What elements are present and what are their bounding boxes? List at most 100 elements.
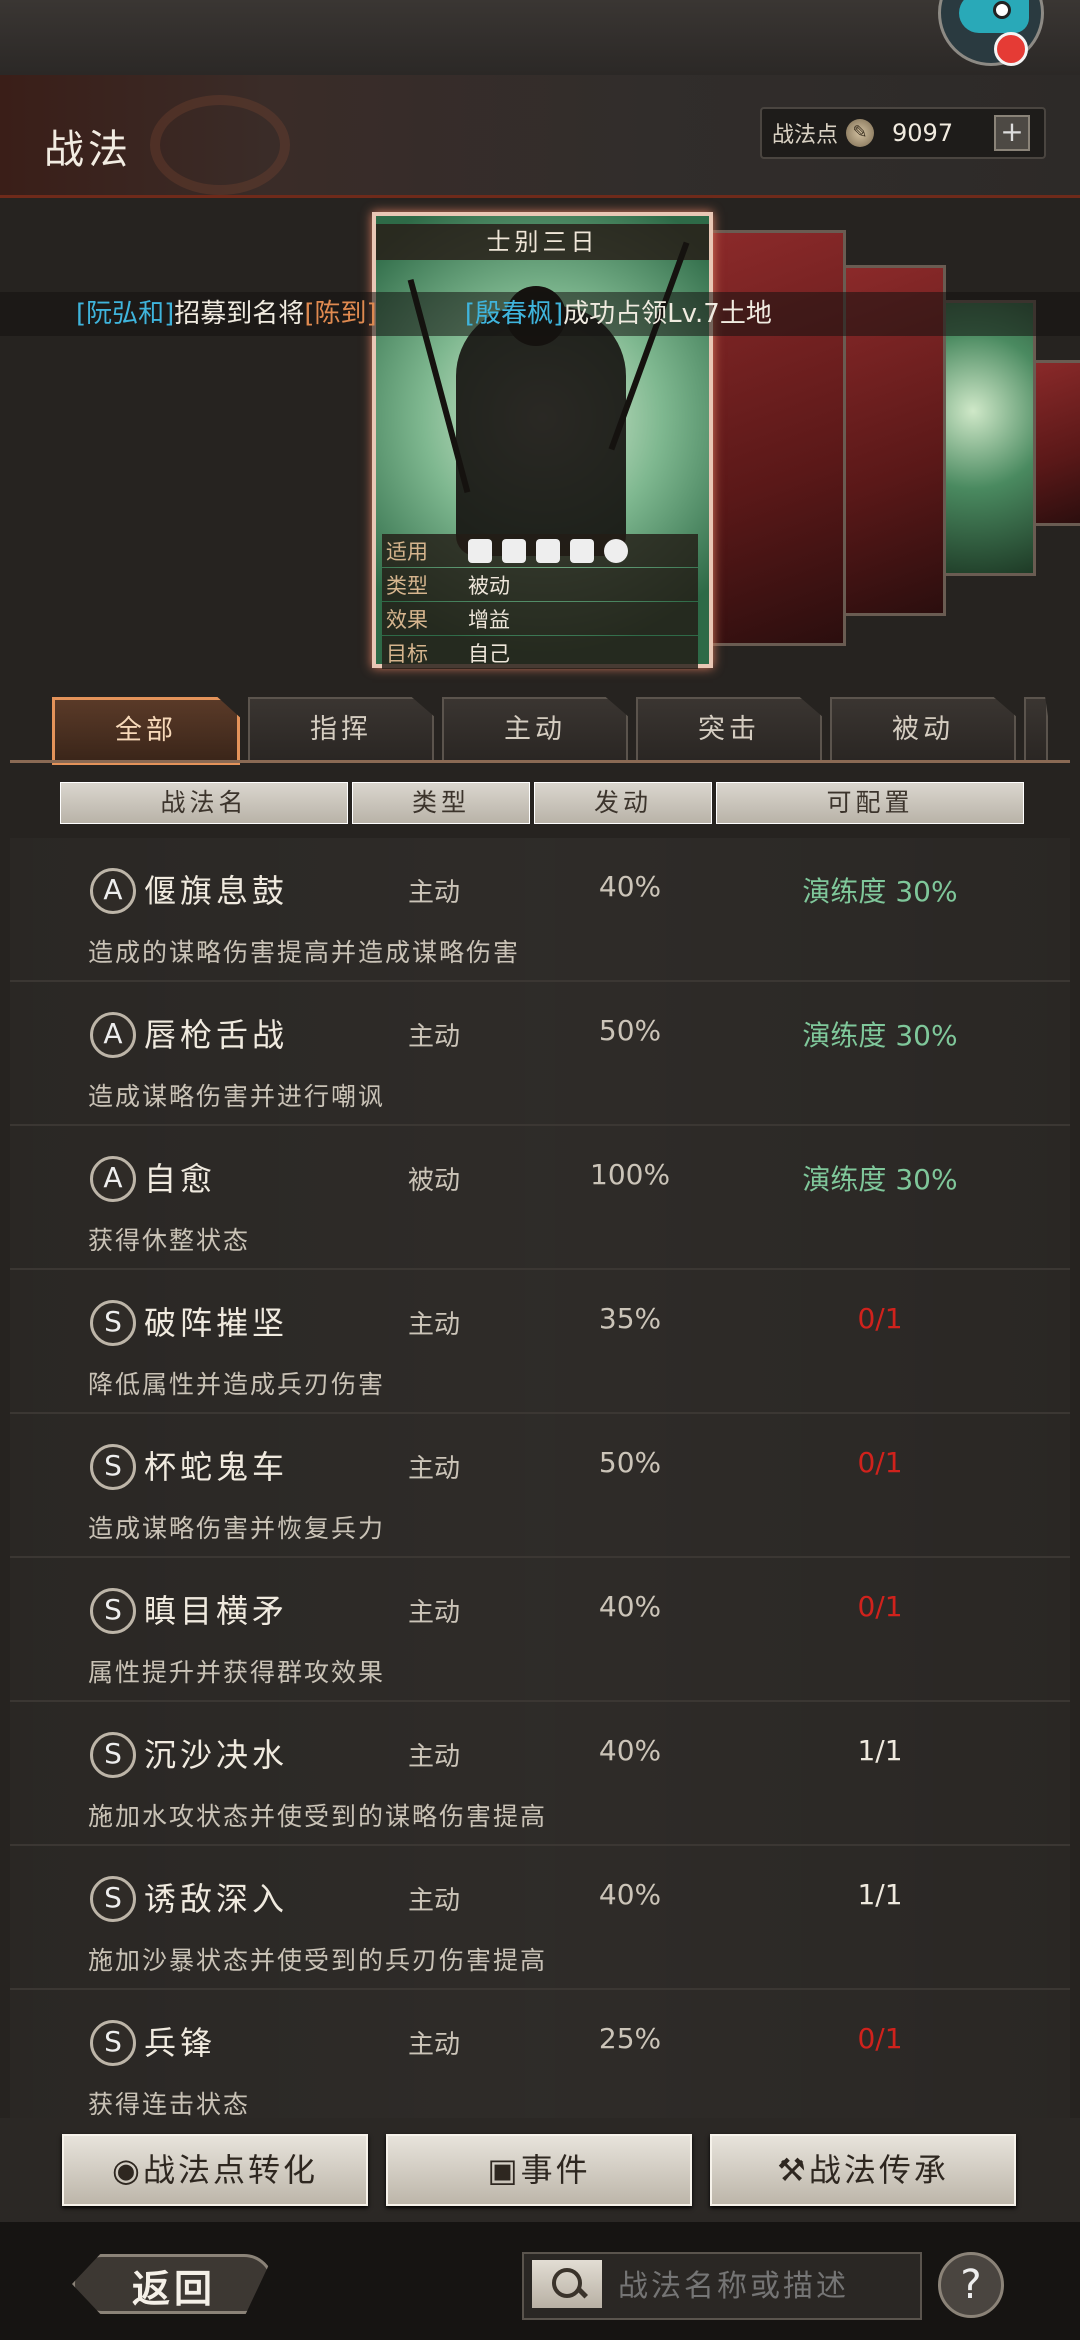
- tactic-description: 获得休整状态: [88, 1226, 251, 1255]
- convert-points-label: 战法点转化: [142, 2151, 318, 2189]
- add-points-button[interactable]: +: [994, 115, 1031, 151]
- ticker-general: [陈到]: [304, 299, 377, 329]
- tactic-grade-badge: S: [90, 1444, 136, 1490]
- tab-command[interactable]: 指挥: [248, 697, 434, 761]
- tactic-type: 主动: [408, 1886, 461, 1916]
- tactic-name: 偃旗息鼓: [144, 872, 289, 910]
- tactic-type: 主动: [408, 878, 461, 908]
- search-input[interactable]: [616, 2260, 910, 2312]
- tactic-config-status: 演练度 30%: [802, 1163, 958, 1196]
- tactic-config-status: 0/1: [857, 1446, 903, 1479]
- card-info-row: 类型 被动: [382, 568, 698, 601]
- cavalry-icon: [468, 538, 492, 563]
- tactic-config-status: 演练度 30%: [802, 875, 958, 908]
- back-button[interactable]: 返回: [72, 2250, 274, 2314]
- ticker-player-2: [殷春枫]: [464, 299, 564, 329]
- inherit-tactic-button[interactable]: ⚒战法传承: [710, 2134, 1016, 2206]
- card-info-key: 适用: [386, 539, 428, 564]
- tactic-points-label: 战法点: [772, 123, 839, 148]
- tactic-name: 唇枪舌战: [144, 1016, 289, 1054]
- shield-icon: [502, 538, 526, 563]
- tactic-grade-badge: S: [90, 1588, 136, 1634]
- search-icon: [552, 2268, 582, 2298]
- header-swirl-ornament: [150, 95, 290, 195]
- column-header-name[interactable]: 战法名: [60, 782, 348, 824]
- tactic-trigger-rate: 50%: [598, 1014, 662, 1047]
- column-header-rate[interactable]: 发动: [534, 782, 712, 824]
- tactic-name: 自愈: [144, 1160, 217, 1198]
- events-label: 事件: [520, 2151, 591, 2189]
- bow-icon: [536, 538, 560, 563]
- tactic-config-status: 1/1: [857, 1734, 903, 1767]
- card-info-row: 效果 增益: [382, 602, 698, 635]
- search-box: [522, 2252, 922, 2320]
- card-info-row: 适用: [382, 534, 698, 567]
- tactic-row[interactable]: S 杯蛇鬼车 主动 50% 0/1 造成谋略伤害并恢复兵力: [10, 1414, 1070, 1558]
- card-info-table: 适用 类型 被动 效果 增益 目标 自己: [382, 534, 698, 670]
- notification-dot: [994, 32, 1028, 66]
- tactic-trigger-rate: 25%: [598, 2022, 662, 2055]
- tactic-config-status: 演练度 30%: [802, 1019, 958, 1052]
- tactic-row[interactable]: S 诱敌深入 主动 40% 1/1 施加沙暴状态并使受到的兵刃伤害提高: [10, 1846, 1070, 1990]
- column-header-type[interactable]: 类型: [352, 782, 530, 824]
- tactic-config-status: 0/1: [857, 1302, 903, 1335]
- hammer-icon: ⚒: [777, 2151, 809, 2189]
- tactic-type: 主动: [408, 1454, 461, 1484]
- convert-points-button[interactable]: ◉战法点转化: [62, 2134, 368, 2206]
- featured-tactic-card[interactable]: 士别三日 适用 类型 被动 效果 增益 目标 自己: [372, 212, 713, 670]
- ticker-player-1: [阮弘和]: [76, 299, 175, 329]
- spear-icon: [570, 538, 594, 563]
- news-ticker: [阮弘和]招募到名将[陈到] [殷春枫]成功占领Lv.7土地: [0, 292, 1080, 336]
- siege-icon: [604, 538, 628, 563]
- tactic-trigger-rate: 40%: [598, 870, 662, 903]
- tab-passive[interactable]: 被动: [830, 697, 1016, 761]
- tactic-row[interactable]: S 瞋目横矛 主动 40% 0/1 属性提升并获得群攻效果: [10, 1558, 1070, 1702]
- spear-shape: [608, 241, 690, 451]
- card-carousel[interactable]: 士别三日 适用 类型 被动 效果 增益 目标 自己 [阮弘和]招募到名将[陈到]…: [0, 210, 1080, 670]
- mascot-eye: [993, 1, 1011, 19]
- tactic-row[interactable]: S 破阵摧坚 主动 35% 0/1 降低属性并造成兵刃伤害: [10, 1270, 1070, 1414]
- tactic-row[interactable]: A 偃旗息鼓 主动 40% 演练度 30% 造成的谋略伤害提高并造成谋略伤害: [10, 838, 1070, 982]
- tactic-name: 破阵摧坚: [144, 1304, 289, 1342]
- tactic-type: 主动: [408, 1598, 461, 1628]
- tactic-name: 杯蛇鬼车: [144, 1448, 289, 1486]
- tactic-trigger-rate: 35%: [598, 1302, 662, 1335]
- search-icon-handle: [575, 2286, 589, 2299]
- scroll-icon: ▣: [487, 2151, 521, 2189]
- card-info-key: 目标: [386, 641, 428, 666]
- top-band: [0, 0, 1080, 75]
- ticker-text-2: 成功占领Lv.7土地: [563, 299, 772, 329]
- tactic-grade-badge: S: [90, 2020, 136, 2066]
- tactic-description: 属性提升并获得群攻效果: [88, 1658, 386, 1687]
- tactic-grade-badge: S: [90, 1876, 136, 1922]
- bottom-nav: 返回 ?: [0, 2222, 1080, 2340]
- tactic-name: 诱敌深入: [144, 1880, 289, 1918]
- tab-active[interactable]: 主动: [442, 697, 628, 761]
- card-info-key: 类型: [386, 573, 428, 598]
- tactic-trigger-rate: 100%: [590, 1158, 671, 1191]
- applicable-troop-icons: [454, 538, 628, 563]
- page-header: 战法 战法点 ✎ 9097 +: [0, 75, 1080, 198]
- tactic-row[interactable]: A 自愈 被动 100% 演练度 30% 获得休整状态: [10, 1126, 1070, 1270]
- tab-all[interactable]: 全部: [52, 697, 240, 765]
- tactic-trigger-rate: 50%: [598, 1446, 662, 1479]
- events-button[interactable]: ▣事件: [386, 2134, 692, 2206]
- tactic-trigger-rate: 40%: [598, 1878, 662, 1911]
- column-header-config[interactable]: 可配置: [716, 782, 1024, 824]
- swirl-icon: ◉: [112, 2151, 143, 2189]
- tactic-row[interactable]: S 兵锋 主动 25% 0/1 获得连击状态: [10, 1990, 1070, 2118]
- tactic-row[interactable]: A 唇枪舌战 主动 50% 演练度 30% 造成谋略伤害并进行嘲讽: [10, 982, 1070, 1126]
- tab-assault[interactable]: 突击: [636, 697, 822, 761]
- tactic-row[interactable]: S 沉沙决水 主动 40% 1/1 施加水攻状态并使受到的谋略伤害提高: [10, 1702, 1070, 1846]
- tactic-description: 造成谋略伤害并恢复兵力: [88, 1514, 386, 1543]
- tactic-type: 被动: [408, 1166, 461, 1196]
- card-info-value: 被动: [468, 573, 510, 598]
- card-info-value: 增益: [468, 607, 510, 632]
- search-button[interactable]: [532, 2260, 602, 2308]
- tactic-type: 主动: [408, 1742, 461, 1772]
- tactic-description: 降低属性并造成兵刃伤害: [88, 1370, 386, 1399]
- tab-more[interactable]: [1024, 697, 1048, 761]
- help-button[interactable]: ?: [938, 2252, 1004, 2318]
- tactic-trigger-rate: 40%: [598, 1734, 662, 1767]
- tactics-list[interactable]: A 偃旗息鼓 主动 40% 演练度 30% 造成的谋略伤害提高并造成谋略伤害 A 唇枪舌战 主动…: [10, 838, 1070, 2118]
